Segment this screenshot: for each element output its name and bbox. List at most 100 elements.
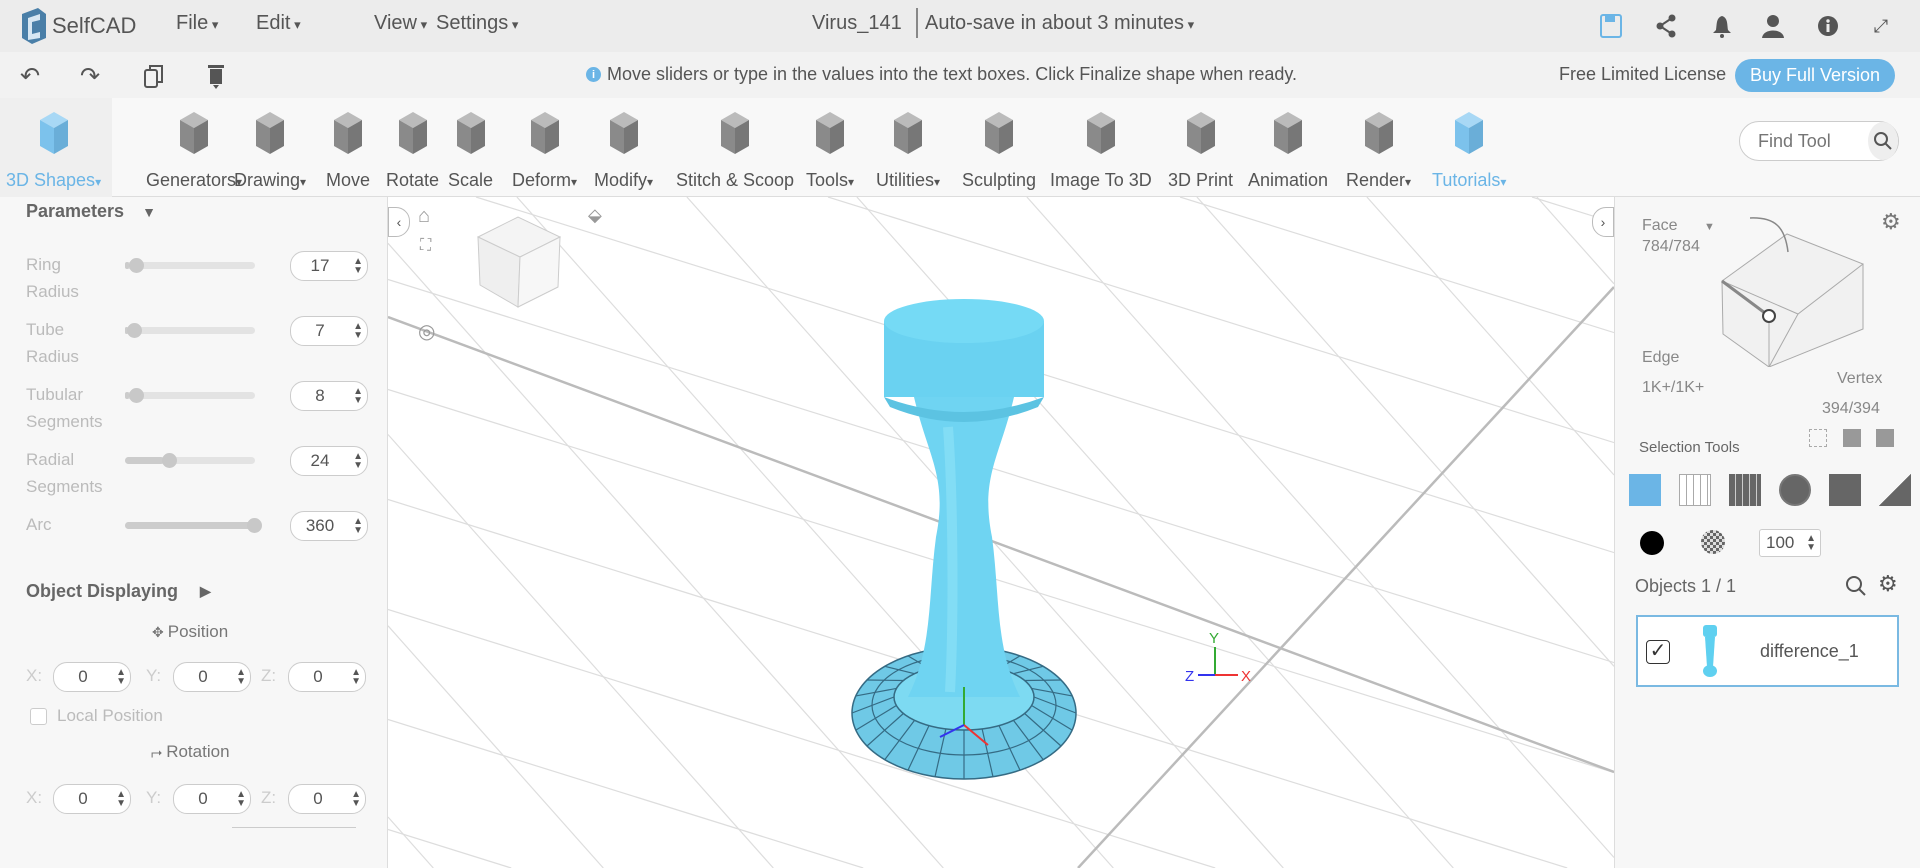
- tool-move[interactable]: Move: [326, 98, 370, 197]
- spinner-icon[interactable]: ▲ ▼: [351, 790, 361, 809]
- find-tool-input[interactable]: [1758, 130, 1868, 152]
- menu-settings[interactable]: Settings: [436, 12, 518, 35]
- menu-edit[interactable]: Edit: [256, 12, 301, 35]
- param-input[interactable]: 24 ▲ ▼: [290, 446, 368, 476]
- spinner-icon[interactable]: ▲ ▼: [236, 790, 246, 809]
- param-input[interactable]: 360 ▲ ▼: [290, 511, 368, 541]
- tool-3d-print[interactable]: 3D Print: [1168, 98, 1233, 197]
- select-all-icon[interactable]: [1876, 429, 1894, 447]
- box-select-icon[interactable]: [1809, 429, 1827, 447]
- object-select-icon[interactable]: [1629, 474, 1661, 506]
- spinner-icon[interactable]: ▲ ▼: [351, 668, 361, 687]
- face-mode-select[interactable]: Face ▼: [1642, 217, 1715, 235]
- tool-animation[interactable]: Animation: [1248, 98, 1328, 197]
- rot-z-input[interactable]: 0 ▲ ▼: [288, 784, 366, 814]
- param-slider[interactable]: [125, 323, 255, 338]
- spinner-icon[interactable]: ▲ ▼: [236, 668, 246, 687]
- undo-icon[interactable]: ↶: [20, 62, 40, 91]
- object-list-item[interactable]: ✓ difference_1: [1636, 615, 1899, 687]
- slider-knob[interactable]: [247, 518, 262, 533]
- bell-icon[interactable]: [1709, 13, 1735, 39]
- spinner-icon[interactable]: ▲ ▼: [353, 517, 363, 536]
- param-input[interactable]: 7 ▲ ▼: [290, 316, 368, 346]
- wireframe-sphere-icon[interactable]: [1701, 530, 1725, 554]
- tool-3d-shapes[interactable]: 3D Shapes: [6, 98, 101, 197]
- param-slider[interactable]: [125, 453, 255, 468]
- spinner-icon[interactable]: ▲ ▼: [353, 387, 363, 406]
- object-displaying-header[interactable]: Object Displaying ▶: [26, 581, 211, 602]
- user-icon[interactable]: [1760, 13, 1786, 39]
- info-icon[interactable]: [1815, 13, 1841, 39]
- menu-view[interactable]: View: [374, 12, 427, 35]
- autosave-status[interactable]: Auto-save in about 3 minutes: [925, 12, 1194, 35]
- spinner-icon[interactable]: ▲ ▼: [353, 257, 363, 276]
- share-icon[interactable]: [1653, 13, 1679, 39]
- objects-settings-gear-icon[interactable]: ⚙: [1878, 571, 1898, 597]
- local-position-checkbox[interactable]: [30, 707, 47, 725]
- plane-select-icon[interactable]: [1879, 474, 1911, 506]
- slider-knob[interactable]: [127, 323, 143, 338]
- object-visibility-checkbox[interactable]: ✓: [1646, 640, 1670, 664]
- save-icon[interactable]: [1598, 13, 1624, 39]
- edge-label[interactable]: Edge: [1642, 349, 1679, 367]
- spinner-icon[interactable]: ▲ ▼: [1806, 534, 1816, 553]
- group-select-icon[interactable]: [1729, 474, 1761, 506]
- spinner-icon[interactable]: ▲ ▼: [116, 790, 126, 809]
- slider-knob[interactable]: [161, 453, 177, 468]
- pos-y-input[interactable]: 0 ▲ ▼: [173, 662, 251, 692]
- 3d-viewport[interactable]: Y X Z ‹ › ⌂ ⛶ ◎ ⬙: [388, 197, 1614, 868]
- logo[interactable]: SelfCAD: [18, 8, 136, 44]
- search-icon[interactable]: [1868, 122, 1898, 160]
- search-objects-icon[interactable]: [1845, 575, 1867, 597]
- param-slider[interactable]: [125, 388, 255, 403]
- collapse-right-panel-button[interactable]: ›: [1592, 207, 1614, 237]
- param-slider[interactable]: [125, 518, 262, 533]
- buy-full-version-button[interactable]: Buy Full Version: [1735, 59, 1896, 92]
- solid-select-icon[interactable]: [1829, 474, 1861, 506]
- spinner-icon[interactable]: ▲ ▼: [353, 452, 363, 471]
- tool-render[interactable]: Render: [1346, 98, 1411, 197]
- tool-stitch-scoop[interactable]: Stitch & Scoop: [676, 98, 794, 197]
- viewport-scene[interactable]: Y X Z: [388, 197, 1614, 868]
- home-view-icon[interactable]: ⌂: [418, 205, 430, 228]
- tool-utilities[interactable]: Utilities: [876, 98, 940, 197]
- orbit-icon[interactable]: ◎: [418, 319, 435, 344]
- slider-knob[interactable]: [128, 388, 144, 403]
- fullscreen-icon[interactable]: ⤢: [1868, 13, 1894, 39]
- redo-icon[interactable]: ↷: [80, 62, 100, 91]
- rot-x-input[interactable]: 0 ▲ ▼: [53, 784, 131, 814]
- color-picker[interactable]: [1640, 531, 1664, 555]
- param-input[interactable]: 8 ▲ ▼: [290, 381, 368, 411]
- rot-y-input[interactable]: 0 ▲ ▼: [173, 784, 251, 814]
- tool-scale[interactable]: Scale: [448, 98, 493, 197]
- selection-mode-cube-illustration[interactable]: [1705, 217, 1905, 367]
- spinner-icon[interactable]: ▲ ▼: [353, 322, 363, 341]
- view-cube[interactable]: [476, 216, 562, 308]
- tool-tools[interactable]: Tools: [806, 98, 854, 197]
- tool-drawing[interactable]: Drawing: [234, 98, 306, 197]
- select-through-icon[interactable]: [1843, 429, 1861, 447]
- tool-modify[interactable]: Modify: [594, 98, 653, 197]
- pos-x-input[interactable]: 0 ▲ ▼: [53, 662, 131, 692]
- tool-generators[interactable]: Generators: [146, 98, 242, 197]
- sphere-select-icon[interactable]: [1779, 474, 1811, 506]
- menu-file[interactable]: File: [176, 12, 218, 35]
- find-tool-search[interactable]: [1739, 121, 1899, 161]
- opacity-input[interactable]: 100 ▲ ▼: [1759, 529, 1821, 557]
- tool-sculpting[interactable]: Sculpting: [962, 98, 1036, 197]
- 3d-object-difference-1[interactable]: [851, 299, 1077, 780]
- param-slider[interactable]: [125, 258, 255, 273]
- project-name[interactable]: Virus_141: [812, 12, 902, 35]
- slider-knob[interactable]: [128, 258, 144, 273]
- local-position-toggle[interactable]: Local Position: [30, 706, 163, 726]
- vertex-label[interactable]: Vertex: [1837, 370, 1882, 388]
- tool-tutorials[interactable]: Tutorials: [1432, 98, 1506, 197]
- parameters-header[interactable]: Parameters ▼: [26, 201, 156, 222]
- tool-rotate[interactable]: Rotate: [386, 98, 439, 197]
- fit-view-icon[interactable]: ⛶: [420, 237, 431, 255]
- param-input[interactable]: 17 ▲ ▼: [290, 251, 368, 281]
- face-select-icon[interactable]: [1679, 474, 1711, 506]
- delete-icon[interactable]: [206, 62, 226, 90]
- spinner-icon[interactable]: ▲ ▼: [116, 668, 126, 687]
- tool-image-to-3d[interactable]: Image To 3D: [1050, 98, 1152, 197]
